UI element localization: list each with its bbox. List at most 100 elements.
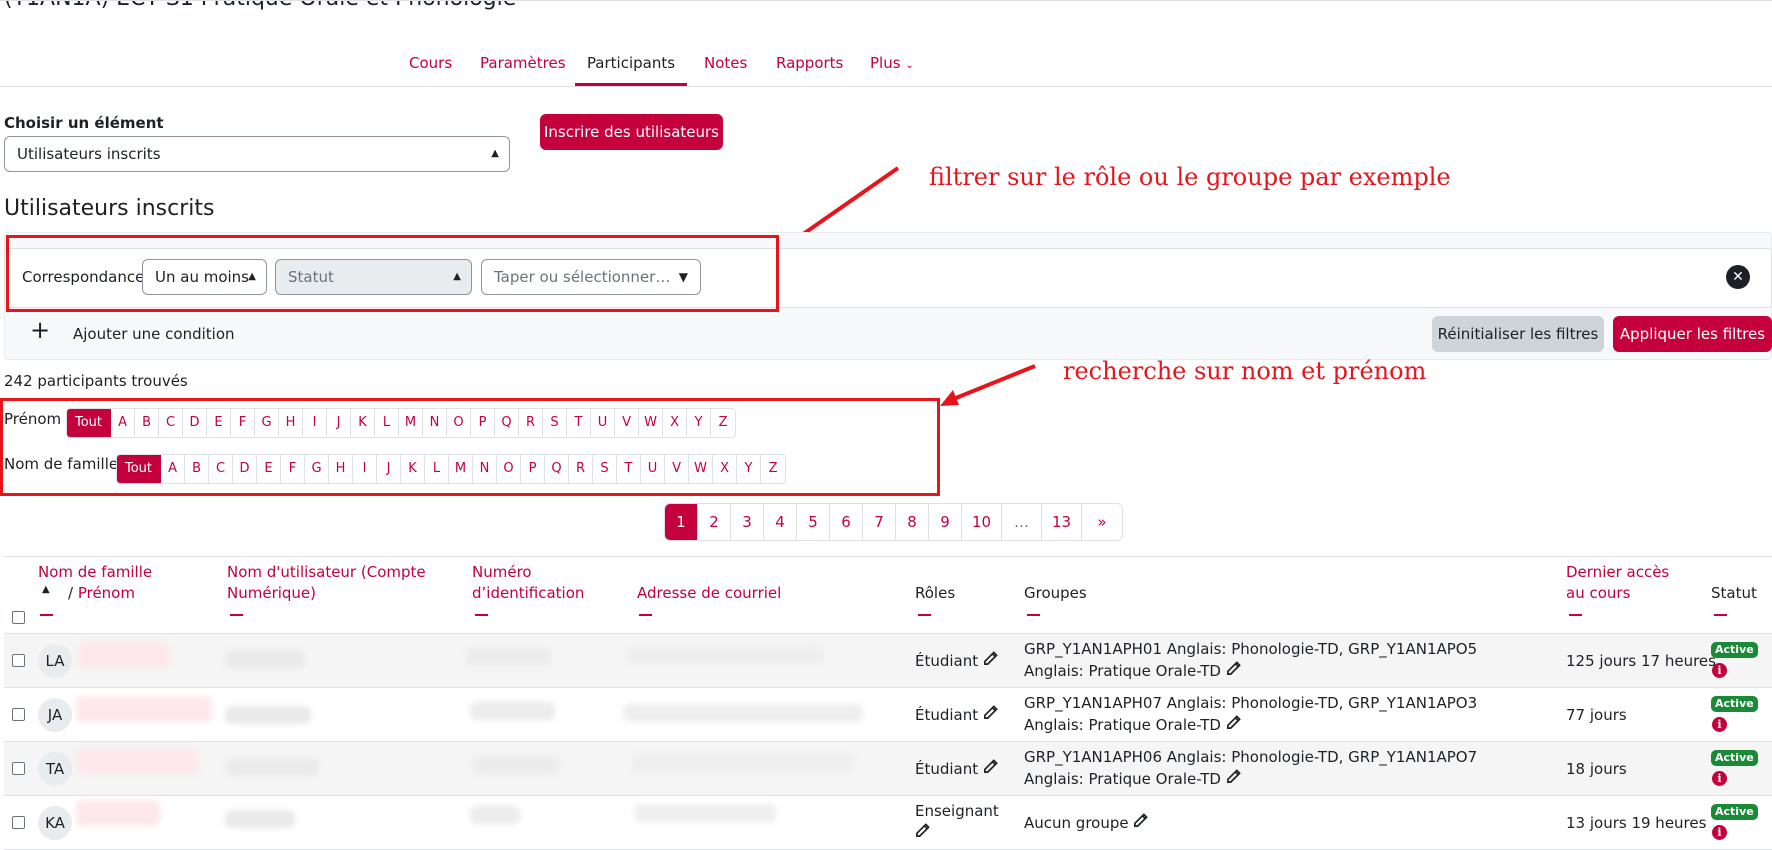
role-cell: Étudiant [915,704,998,726]
annotation-arrow-search [940,364,1036,406]
role-cell: Étudiant [915,758,998,780]
groups-text: GRP_Y1AN1APH01 Anglais: Phonologie-TD, G… [1024,640,1478,680]
redacted-content [623,704,863,722]
hide-col-icon[interactable] [639,614,652,616]
col-header-firstname[interactable]: Prénom [78,584,135,602]
status-badge: Active [1711,804,1758,820]
edit-groups-pencil-icon[interactable] [1133,813,1149,832]
info-icon[interactable]: i [1712,663,1727,678]
edit-role-pencil-icon[interactable] [983,651,998,670]
edit-role-pencil-icon[interactable] [915,823,930,842]
info-icon[interactable]: i [1712,771,1727,786]
page-6-button[interactable]: 6 [830,504,863,540]
pagination: 1 2 3 4 5 6 7 8 9 10… 13» [664,503,1123,541]
tab-participants[interactable]: Participants [575,46,687,86]
last-access-cell: 77 jours [1566,706,1627,724]
participants-count: 242 participants trouvés [4,372,188,390]
edit-groups-pencil-icon[interactable] [1226,769,1241,788]
page-7-button[interactable]: 7 [863,504,896,540]
avatar[interactable]: LA [38,644,72,678]
role-text: Étudiant [915,760,979,778]
plus-icon[interactable]: + [30,318,50,342]
col-header-firstname-wrap: / Prénom [68,584,135,602]
element-chooser-value: Utilisateurs inscrits [17,145,161,163]
row-select-checkbox[interactable] [12,816,25,829]
hide-col-icon[interactable] [230,614,243,616]
redacted-content [225,706,311,724]
redacted-content [225,650,305,668]
pagination-ellipsis: … [1002,504,1042,540]
top-divider [0,0,1772,1]
remove-filter-row-button[interactable]: ✕ [1726,265,1750,289]
annotation-box-filters [6,235,779,312]
enrol-users-button[interactable]: Inscrire des utilisateurs [540,114,723,150]
avatar[interactable]: JA [38,698,72,732]
col-header-status: Statut [1711,584,1757,602]
page-2-button[interactable]: 2 [698,504,731,540]
redacted-content [225,810,295,828]
last-access-cell: 13 jours 19 heures [1566,814,1707,832]
tab-plus[interactable]: Plus ⌄ [870,46,914,86]
groups-cell: GRP_Y1AN1APH06 Anglais: Phonologie-TD, G… [1024,746,1524,790]
col-header-roles: Rôles [915,584,956,602]
row-select-checkbox[interactable] [12,762,25,775]
tab-plus-label: Plus [870,54,901,72]
col-header-groups: Groupes [1024,584,1087,602]
hide-col-icon[interactable] [918,614,931,616]
hide-col-icon[interactable] [1027,614,1040,616]
info-icon[interactable]: i [1712,825,1727,840]
sort-asc-icon: ▲ [42,584,50,595]
page-4-button[interactable]: 4 [764,504,797,540]
avatar[interactable]: KA [38,806,72,840]
col-header-username[interactable]: Nom d'utilisateur (Compte Numérique) [227,562,427,604]
select-all-checkbox[interactable] [12,611,25,624]
edit-role-pencil-icon[interactable] [983,705,998,724]
reset-filters-button[interactable]: Réinitialiser les filtres [1432,316,1604,352]
tab-notes[interactable]: Notes [704,46,747,86]
tab-rapports[interactable]: Rapports [776,46,843,86]
col-header-lastname[interactable]: Nom de famille [38,562,152,583]
edit-role-pencil-icon[interactable] [983,759,998,778]
groups-cell: GRP_Y1AN1APH01 Anglais: Phonologie-TD, G… [1024,638,1524,682]
groups-text: GRP_Y1AN1APH06 Anglais: Phonologie-TD, G… [1024,748,1478,788]
col-header-idnumber[interactable]: Numéro d’identification [472,562,602,604]
hide-col-icon[interactable] [40,614,53,616]
page-13-button[interactable]: 13 [1042,504,1082,540]
col-header-email[interactable]: Adresse de courriel [637,583,781,604]
element-chooser-label: Choisir un élément [4,114,164,132]
groups-text: GRP_Y1AN1APH07 Anglais: Phonologie-TD, G… [1024,694,1478,734]
page-3-button[interactable]: 3 [731,504,764,540]
element-chooser-select[interactable]: Utilisateurs inscrits ▲ [4,136,510,172]
info-icon[interactable]: i [1712,717,1727,732]
redacted-content [466,648,551,666]
page-1-button[interactable]: 1 [665,504,698,540]
redacted-content [76,800,160,826]
page-8-button[interactable]: 8 [896,504,929,540]
redacted-content [76,748,198,774]
role-cell: Enseignant [915,800,1005,844]
page-9-button[interactable]: 9 [929,504,962,540]
hide-col-icon[interactable] [1714,614,1727,616]
col-header-lastaccess[interactable]: Dernier accès au cours [1566,562,1691,604]
apply-filters-button[interactable]: Appliquer les filtres [1613,316,1772,352]
annotation-filter-note: filtrer sur le rôle ou le groupe par exe… [929,163,1451,191]
page-5-button[interactable]: 5 [797,504,830,540]
role-text: Enseignant [915,802,999,820]
hide-col-icon[interactable] [475,614,488,616]
course-title: (Y1AN1A) ECT S1 Pratique Orale et Phonol… [4,0,516,11]
avatar[interactable]: TA [38,752,72,786]
section-title: Utilisateurs inscrits [4,196,215,221]
add-condition-button[interactable]: Ajouter une condition [73,325,235,343]
status-badge: Active [1711,642,1758,658]
next-page-button[interactable]: » [1082,504,1122,540]
tab-parametres[interactable]: Paramètres [480,46,566,86]
edit-groups-pencil-icon[interactable] [1226,661,1241,680]
tab-cours[interactable]: Cours [409,46,452,86]
row-select-checkbox[interactable] [12,654,25,667]
edit-groups-pencil-icon[interactable] [1226,715,1241,734]
page-10-button[interactable]: 10 [962,504,1002,540]
row-select-checkbox[interactable] [12,708,25,721]
redacted-content [227,758,319,776]
hide-col-icon[interactable] [1569,614,1582,616]
role-text: Étudiant [915,652,979,670]
